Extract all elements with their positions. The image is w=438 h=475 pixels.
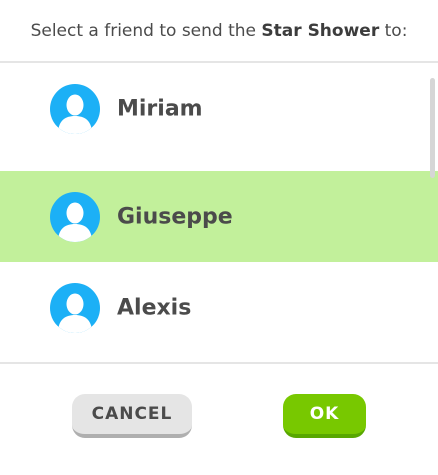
user-avatar-icon — [50, 83, 100, 134]
cancel-button[interactable]: CANCEL — [72, 394, 192, 438]
friend-list[interactable]: Miriam Giuseppe Alexis — [0, 63, 438, 362]
friend-name: Miriam — [117, 96, 203, 121]
bottom-divider — [0, 362, 438, 364]
header-suffix: to: — [384, 21, 408, 41]
friend-name: Alexis — [117, 295, 192, 320]
list-scrollbar[interactable] — [430, 78, 435, 178]
header-prefix: Select a friend to send the — [30, 21, 257, 41]
header-item-name: Star Shower — [261, 21, 380, 41]
send-gift-dialog: Select a friend to send the Star Shower … — [0, 0, 438, 475]
dialog-header: Select a friend to send the Star Shower … — [0, 0, 438, 62]
user-avatar-icon — [50, 191, 100, 242]
friend-row-giuseppe[interactable]: Giuseppe — [0, 171, 438, 262]
user-avatar-icon — [50, 282, 100, 333]
friend-name: Giuseppe — [117, 204, 233, 229]
friend-row-miriam[interactable]: Miriam — [0, 63, 438, 154]
ok-button[interactable]: OK — [283, 394, 366, 438]
friend-row-alexis[interactable]: Alexis — [0, 262, 438, 353]
